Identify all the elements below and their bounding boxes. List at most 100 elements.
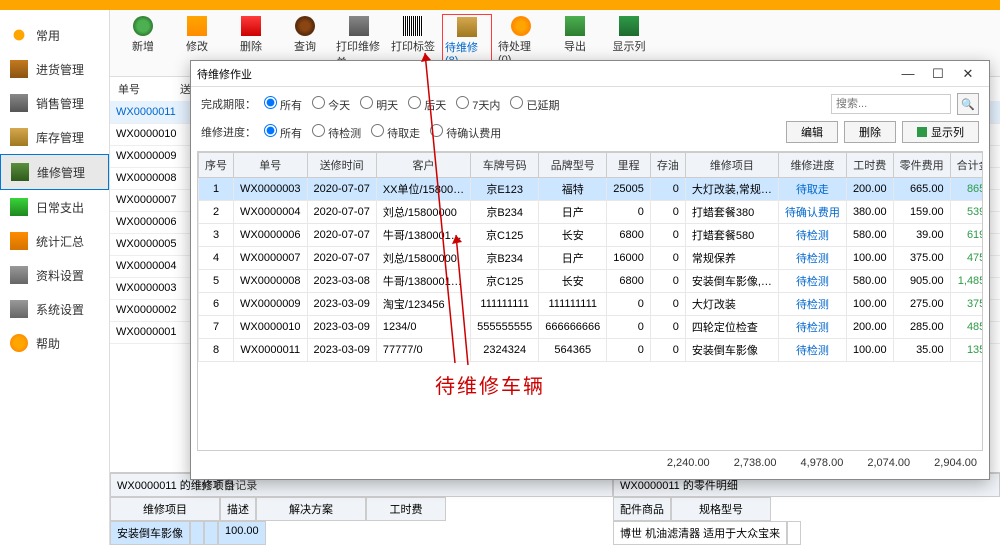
- sidebar-item-label: 销售管理: [36, 95, 84, 112]
- toolbar-label: 删除: [240, 38, 262, 54]
- grid-sums: 2,240.002,738.004,978.002,074.002,904.00: [191, 453, 989, 473]
- table-row[interactable]: 7WX00000102023-03-091234/055555555566666…: [199, 316, 984, 339]
- wrench-icon: [11, 163, 29, 181]
- column-header[interactable]: 客户: [376, 153, 470, 178]
- maximize-button[interactable]: ☐: [923, 66, 953, 82]
- column-header[interactable]: 存油: [650, 153, 685, 178]
- barcode-icon: [403, 16, 423, 36]
- sidebar-item-4[interactable]: 维修管理: [0, 154, 109, 190]
- column-header[interactable]: 维修项目: [685, 153, 778, 178]
- sidebar-item-label: 资料设置: [36, 267, 84, 284]
- sidebar-item-7[interactable]: 资料设置: [0, 258, 109, 292]
- sidebar-item-6[interactable]: 统计汇总: [0, 224, 109, 258]
- cols-icon: [619, 16, 639, 36]
- sidebar-item-label: 库存管理: [36, 129, 84, 146]
- column-header[interactable]: 里程: [607, 153, 651, 178]
- star-icon: [10, 26, 28, 44]
- sidebar-item-label: 帮助: [36, 335, 60, 352]
- toolbar-0[interactable]: 新增: [118, 14, 168, 72]
- radio-option[interactable]: 待取走: [371, 128, 420, 140]
- radio-option[interactable]: 所有: [264, 100, 302, 112]
- sidebar-item-1[interactable]: 进货管理: [0, 52, 109, 86]
- sidebar-item-5[interactable]: 日常支出: [0, 190, 109, 224]
- table-row[interactable]: 4WX00000072020-07-07刘总/15800000京B234日产16…: [199, 247, 984, 270]
- column-header[interactable]: 维修进度: [778, 153, 846, 178]
- progress-label: 维修进度：: [201, 124, 256, 140]
- sidebar-item-label: 日常支出: [36, 199, 84, 216]
- cols-icon: [917, 127, 927, 137]
- sum-value: 2,240.00: [667, 457, 710, 469]
- column-header[interactable]: 品牌型号: [539, 153, 607, 178]
- sidebar-item-9[interactable]: 帮助: [0, 326, 109, 360]
- gear-icon: [10, 300, 28, 318]
- db-icon: [10, 128, 28, 146]
- dialog-title: 待维修作业: [197, 66, 893, 82]
- toolbar-label: 查询: [294, 38, 316, 54]
- edit-button[interactable]: 编辑: [786, 121, 838, 143]
- table-row[interactable]: 安装倒车影像 100.00: [110, 521, 613, 545]
- sidebar-item-label: 进货管理: [36, 61, 84, 78]
- sidebar-item-8[interactable]: 系统设置: [0, 292, 109, 326]
- column-header[interactable]: 单号: [234, 153, 308, 178]
- annotation-text: 待维修车辆: [435, 370, 545, 399]
- deadline-label: 完成期限：: [201, 96, 256, 112]
- column-header[interactable]: 工时费: [846, 153, 893, 178]
- sidebar-item-label: 维修管理: [37, 164, 85, 181]
- table-row[interactable]: 3WX00000062020-07-07牛哥/1380001…京C125长安68…: [199, 224, 984, 247]
- sidebar-item-2[interactable]: 销售管理: [0, 86, 109, 120]
- sum-value: 2,904.00: [934, 457, 977, 469]
- column-header[interactable]: 合计金额: [950, 153, 983, 178]
- radio-option[interactable]: 后天: [408, 100, 446, 112]
- radio-option[interactable]: 待确认费用: [430, 128, 501, 140]
- search-icon-button[interactable]: 🔍: [957, 93, 979, 115]
- delete-button[interactable]: 删除: [844, 121, 896, 143]
- cart-icon: [10, 94, 28, 112]
- pending-icon: [511, 16, 531, 36]
- show-columns-button[interactable]: 显示列: [902, 121, 979, 143]
- radio-option[interactable]: 今天: [312, 100, 350, 112]
- table-row[interactable]: 博世 机油滤清器 适用于大众宝来: [613, 521, 1000, 545]
- sidebar: 常用进货管理销售管理库存管理维修管理日常支出统计汇总资料设置系统设置帮助: [0, 10, 110, 545]
- column-header[interactable]: 车牌号码: [471, 153, 539, 178]
- column-header[interactable]: 送修时间: [307, 153, 376, 178]
- radio-option[interactable]: 已延期: [510, 100, 559, 112]
- minimize-button[interactable]: —: [893, 66, 923, 81]
- radio-option[interactable]: 待检测: [312, 128, 361, 140]
- export-icon: [565, 16, 585, 36]
- close-button[interactable]: ✕: [953, 66, 983, 82]
- table-row[interactable]: 1WX00000032020-07-07XX单位/15800…京E123福特25…: [199, 178, 984, 201]
- radio-option[interactable]: 明天: [360, 100, 398, 112]
- doc-icon: [10, 266, 28, 284]
- toolbar-label: 新增: [132, 38, 154, 54]
- find-icon: [295, 16, 315, 36]
- sum-value: 2,074.00: [867, 457, 910, 469]
- sidebar-item-0[interactable]: 常用: [0, 18, 109, 52]
- records-count-dialog: 共 8 条记录: [191, 473, 989, 497]
- table-row[interactable]: 2WX00000042020-07-07刘总/15800000京B234日产00…: [199, 201, 984, 224]
- help-icon: [10, 334, 28, 352]
- radio-option[interactable]: 7天内: [456, 100, 500, 112]
- box-icon: [10, 60, 28, 78]
- pending-grid[interactable]: 序号单号送修时间客户车牌号码品牌型号里程存油维修项目维修进度工时费零件费用合计金…: [198, 152, 983, 362]
- sidebar-item-label: 常用: [36, 27, 60, 44]
- money-icon: [10, 198, 28, 216]
- sidebar-item-3[interactable]: 库存管理: [0, 120, 109, 154]
- wait-icon: [457, 17, 477, 37]
- toolbar-label: 打印标签: [391, 38, 435, 54]
- add-icon: [133, 16, 153, 36]
- sum-value: 2,738.00: [734, 457, 777, 469]
- edit-icon: [187, 16, 207, 36]
- search-input[interactable]: [831, 94, 951, 114]
- sidebar-item-label: 统计汇总: [36, 233, 84, 250]
- toolbar-label: 显示列: [613, 38, 646, 54]
- column-header[interactable]: 序号: [199, 153, 234, 178]
- radio-option[interactable]: 所有: [264, 128, 302, 140]
- table-row[interactable]: 8WX00000112023-03-0977777/02324324564365…: [199, 339, 984, 362]
- column-header[interactable]: 零件费用: [893, 153, 950, 178]
- table-row[interactable]: 6WX00000092023-03-09淘宝/12345611111111111…: [199, 293, 984, 316]
- table-row[interactable]: 5WX00000082023-03-08牛哥/1380001…京C125长安68…: [199, 270, 984, 293]
- chart-icon: [10, 232, 28, 250]
- toolbar-label: 修改: [186, 38, 208, 54]
- toolbar-label: 导出: [564, 38, 586, 54]
- print-icon: [349, 16, 369, 36]
